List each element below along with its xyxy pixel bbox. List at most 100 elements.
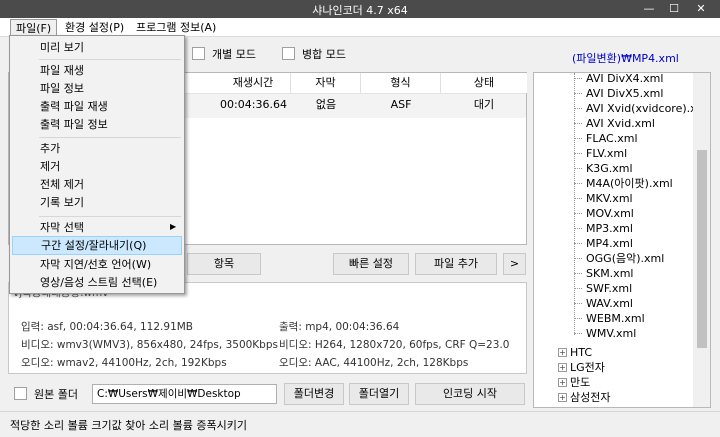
close-button[interactable]: ✕ (690, 0, 712, 18)
tree-preset-item[interactable]: MKV.xml (586, 191, 633, 206)
info-output: 출력: mp4, 00:04:36.64 (279, 321, 400, 333)
original-folder-checkbox[interactable] (14, 387, 27, 400)
menu-preferences[interactable]: 환경 설정(P) (60, 19, 129, 36)
tree-folder-lg[interactable]: LG전자 (570, 360, 605, 375)
tree-connector (574, 303, 582, 304)
menu-item-play-file[interactable]: 파일 재생 (12, 61, 182, 80)
menu-item-stream-select[interactable]: 영상/음성 스트림 선택(E) (12, 273, 182, 292)
menu-item-file-info[interactable]: 파일 정보 (12, 79, 182, 98)
tree-preset-item[interactable]: AVI DivX4.xml (586, 71, 663, 86)
info-input-video: 비디오: wmv3(WMV3), 856x480, 24fps, 3500Kbp… (21, 339, 278, 351)
tree-preset-item[interactable]: M4A(아이팟).xml (586, 176, 673, 191)
menu-separator (39, 216, 181, 217)
expand-icon[interactable]: + (558, 378, 567, 387)
column-header-subtitle[interactable]: 자막 (291, 73, 361, 93)
tree-preset-item[interactable]: SWF.xml (586, 281, 632, 296)
start-encoding-button[interactable]: 인코딩 시작 (415, 383, 525, 405)
tree-connector (574, 78, 582, 79)
status-text: 적당한 소리 볼륨 크기값 찾아 소리 볼륨 증폭시키기 (10, 419, 247, 432)
merge-mode-checkbox[interactable] (282, 47, 295, 60)
menu-item-remove-all[interactable]: 전체 제거 (12, 175, 182, 194)
items-button[interactable]: 항목 (187, 253, 261, 275)
scrollbar-thumb[interactable] (697, 150, 707, 348)
row-subtitle: 없음 (315, 98, 337, 111)
tree-folder-mando[interactable]: 만도 (570, 375, 590, 390)
tree-connector (574, 288, 582, 289)
file-info-panel: vj특공대대공항.wmv 입력: asf, 00:04:36.64, 112.9… (8, 282, 527, 374)
preset-link[interactable]: (파일변환)₩MP4.xml (572, 50, 679, 66)
menu-item-output-info[interactable]: 출력 파일 정보 (12, 115, 182, 134)
more-button[interactable]: > (503, 253, 526, 275)
tree-folder-samsung[interactable]: 삼성전자 (570, 390, 610, 405)
tree-preset-item[interactable]: K3G.xml (586, 161, 633, 176)
info-output-audio: 오디오: AAC, 44100Hz, 2ch, 128Kbps (279, 357, 469, 369)
tree-connector (574, 198, 582, 199)
menu-item-trim[interactable]: 구간 설정/잘라내기(Q) (12, 236, 182, 255)
tree-connector (574, 168, 582, 169)
column-header-format[interactable]: 형식 (361, 73, 441, 93)
row-duration: 00:04:36.64 (220, 98, 287, 111)
tree-connector (574, 318, 582, 319)
tree-preset-item[interactable]: WMV.xml (586, 326, 636, 341)
menu-item-remove[interactable]: 제거 (12, 157, 182, 176)
tree-connector (574, 123, 582, 124)
tree-preset-item[interactable]: AVI DivX5.xml (586, 86, 663, 101)
quick-settings-button[interactable]: 빠른 설정 (333, 253, 409, 275)
status-bar: 적당한 소리 볼륨 크기값 찾아 소리 볼륨 증폭시키기 (0, 411, 720, 437)
preset-tree[interactable]: AVI DivX4.xml AVI DivX5.xml AVI Xvid(xvidc… (533, 72, 711, 408)
expand-icon[interactable]: + (558, 363, 567, 372)
tree-connector (574, 258, 582, 259)
tree-preset-item[interactable]: AVI Xvid.xml (586, 116, 655, 131)
tree-preset-item[interactable]: FLV.xml (586, 146, 627, 161)
tree-preset-item[interactable]: OGG(음악).xml (586, 251, 664, 266)
expand-icon[interactable]: + (558, 393, 567, 402)
tree-connector (574, 108, 582, 109)
menu-separator (39, 59, 181, 60)
menu-file[interactable]: 파일(F) (10, 19, 58, 36)
tree-connector (574, 93, 582, 94)
tree-connector (574, 138, 582, 139)
menu-item-play-output[interactable]: 출력 파일 재생 (12, 97, 182, 116)
maximize-button[interactable]: ☐ (663, 0, 685, 18)
menu-item-view-history[interactable]: 기록 보기 (12, 193, 182, 212)
row-status: 대기 (473, 98, 495, 111)
tree-preset-item[interactable]: MP3.xml (586, 221, 633, 236)
tree-connector (574, 243, 582, 244)
individual-mode-label: 개별 모드 (212, 48, 256, 61)
row-format: ASF (390, 98, 412, 111)
tree-connector (574, 73, 575, 335)
menu-item-add[interactable]: 추가 (12, 139, 182, 158)
tree-connector (574, 153, 582, 154)
menu-item-preview[interactable]: 미리 보기 (12, 38, 182, 57)
window-title: 샤나인코더 4.7 x64 (312, 4, 408, 17)
tree-preset-item[interactable]: FLAC.xml (586, 131, 638, 146)
column-header-duration[interactable]: 재생시간 (216, 73, 291, 93)
tree-preset-item[interactable]: SKM.xml (586, 266, 633, 281)
output-path-field[interactable]: C:₩Users₩제이비₩Desktop (92, 384, 277, 404)
menu-item-subtitle-select[interactable]: 자막 선택 (12, 218, 182, 237)
tree-preset-item[interactable]: AVI Xvid(xvidcore).xml (586, 101, 710, 116)
expand-icon[interactable]: + (558, 348, 567, 357)
minimize-button[interactable]: — (638, 0, 660, 18)
change-folder-button[interactable]: 폴더변경 (284, 383, 344, 405)
submenu-arrow-icon: ▶ (170, 222, 177, 231)
tree-preset-item[interactable]: MP4.xml (586, 236, 633, 251)
info-input-audio: 오디오: wmav2, 44100Hz, 2ch, 192Kbps (21, 357, 227, 369)
file-menu-dropdown: 미리 보기 파일 재생 파일 정보 출력 파일 재생 출력 파일 정보 추가 제… (9, 35, 185, 294)
individual-mode-checkbox[interactable] (192, 47, 205, 60)
tree-preset-item[interactable]: WEBM.xml (586, 311, 645, 326)
add-file-button[interactable]: 파일 추가 (415, 253, 497, 275)
menu-separator (39, 137, 181, 138)
merge-mode-label: 병합 모드 (302, 48, 346, 61)
open-folder-button[interactable]: 폴더열기 (349, 383, 409, 405)
column-header-status[interactable]: 상태 (441, 73, 527, 93)
tree-preset-item[interactable]: WAV.xml (586, 296, 633, 311)
menu-program-info[interactable]: 프로그램 정보(A) (131, 19, 221, 36)
info-output-video: 비디오: H264, 1280x720, 60fps, CRF Q=23.0 (279, 339, 510, 351)
tree-preset-item[interactable]: MOV.xml (586, 206, 634, 221)
tree-connector (574, 213, 582, 214)
info-input: 입력: asf, 00:04:36.64, 112.91MB (21, 321, 194, 333)
menu-item-subtitle-delay[interactable]: 자막 지연/선호 언어(W) (12, 255, 182, 274)
tree-folder-htc[interactable]: HTC (570, 345, 592, 360)
tree-connector (574, 228, 582, 229)
